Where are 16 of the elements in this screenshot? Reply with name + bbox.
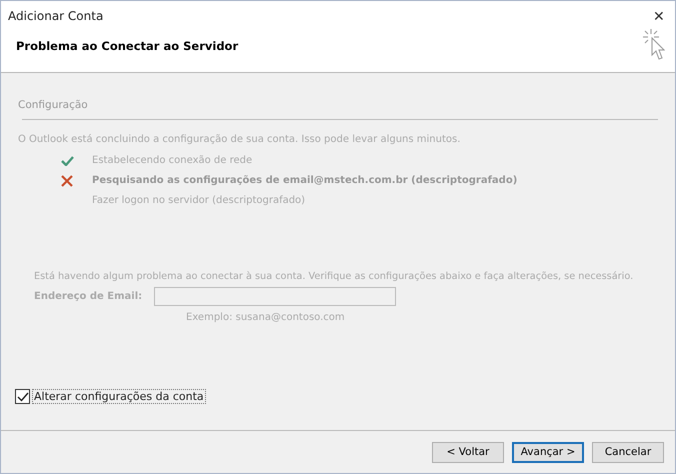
progress-text: O Outlook está concluindo a configuração de sua conta. Isso pode levar alguns minutos. bbox=[18, 134, 462, 145]
section-title: Configuração bbox=[18, 99, 88, 111]
email-label: Endereço de Email: bbox=[34, 291, 144, 302]
cursor-sparkle-icon bbox=[643, 29, 665, 61]
dialog-heading: Problema ao Conectar ao Servidor bbox=[16, 39, 238, 53]
dialog-button[interactable]: Avançar > bbox=[512, 442, 584, 462]
step-label: Pesquisando as configurações de email@mstech.com.br (descriptografado) bbox=[92, 175, 518, 186]
check-icon bbox=[16, 392, 28, 402]
dialog-button[interactable]: < Voltar bbox=[432, 442, 504, 462]
email-example: Exemplo: susana@contoso.com bbox=[186, 312, 346, 323]
problem-text: Está havendo algum problema ao conectar à sua conta. Verifique as configurações abaixo e faça alterações, se necessário. bbox=[34, 271, 634, 282]
dialog-button[interactable]: Cancelar bbox=[592, 442, 664, 462]
step-label: Fazer logon no servidor (descriptografado) bbox=[92, 195, 306, 206]
step-label: Estabelecendo conexão de rede bbox=[92, 155, 252, 166]
window-title: Adicionar Conta bbox=[8, 9, 104, 23]
close-button[interactable]: ✕ bbox=[643, 1, 675, 31]
